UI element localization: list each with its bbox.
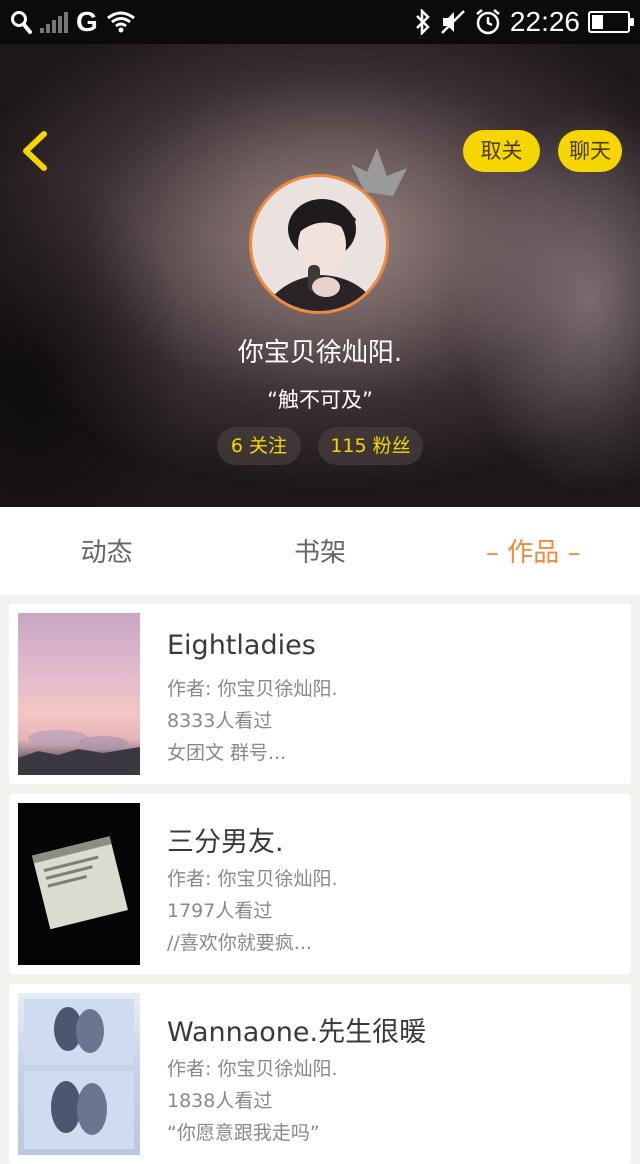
mute-icon [441, 10, 465, 34]
bluetooth-icon [416, 9, 430, 35]
chat-button[interactable]: 聊天 [558, 130, 622, 172]
work-title: 三分男友. [167, 827, 284, 858]
avatar[interactable] [249, 174, 389, 314]
tab-activity[interactable]: 动态 [0, 507, 213, 595]
user-motto: “触不可及” [267, 388, 373, 412]
work-title: Eightladies [167, 630, 316, 661]
work-cover-image [18, 613, 140, 775]
work-author: 作者: 你宝贝徐灿阳. [167, 1058, 338, 1080]
wifi-icon [106, 11, 135, 33]
list-item[interactable]: 三分男友. 作者: 你宝贝徐灿阳. 1797人看过 //喜欢你就要疯... [9, 794, 631, 974]
list-item[interactable]: Eightladies 作者: 你宝贝徐灿阳. 8333人看过 女团文 群号..… [9, 604, 631, 784]
work-views: 1797人看过 [167, 900, 273, 922]
work-author: 作者: 你宝贝徐灿阳. [167, 678, 338, 700]
work-views: 8333人看过 [167, 710, 273, 732]
list-item[interactable]: Wannaone.先生很暖 作者: 你宝贝徐灿阳. 1838人看过 “你愿意跟我… [9, 984, 631, 1164]
work-cover-image [18, 993, 140, 1155]
network-type: G [76, 6, 98, 37]
avatar-photo [252, 177, 386, 311]
tab-works[interactable]: – 作品 – [427, 507, 640, 595]
status-bar: G 22:26 [0, 0, 640, 44]
profile-header: 取关 聊天 你宝贝徐灿阳. “触不可及” 6 关注 115 粉丝 [0, 44, 640, 507]
unfollow-button[interactable]: 取关 [463, 130, 540, 172]
alarm-icon [476, 9, 500, 35]
work-summary: “你愿意跟我走吗” [167, 1122, 320, 1144]
fans-count-badge[interactable]: 115 粉丝 [318, 427, 423, 465]
user-nickname: 你宝贝徐灿阳. [237, 338, 403, 368]
search-icon [11, 11, 32, 34]
clock: 22:26 [509, 6, 580, 37]
work-summary: //喜欢你就要疯... [167, 932, 312, 954]
tab-bookshelf[interactable]: 书架 [213, 507, 426, 595]
work-author: 作者: 你宝贝徐灿阳. [167, 868, 338, 890]
follow-count-badge[interactable]: 6 关注 [217, 427, 301, 465]
work-summary: 女团文 群号... [167, 742, 287, 764]
signal-icon [40, 11, 68, 33]
battery-icon [588, 11, 634, 33]
profile-tabs: 动态 书架 – 作品 – [0, 507, 640, 595]
work-title: Wannaone.先生很暖 [167, 1017, 427, 1048]
back-arrow-icon[interactable] [14, 128, 60, 174]
work-views: 1838人看过 [167, 1090, 273, 1112]
work-cover-image [18, 803, 140, 965]
